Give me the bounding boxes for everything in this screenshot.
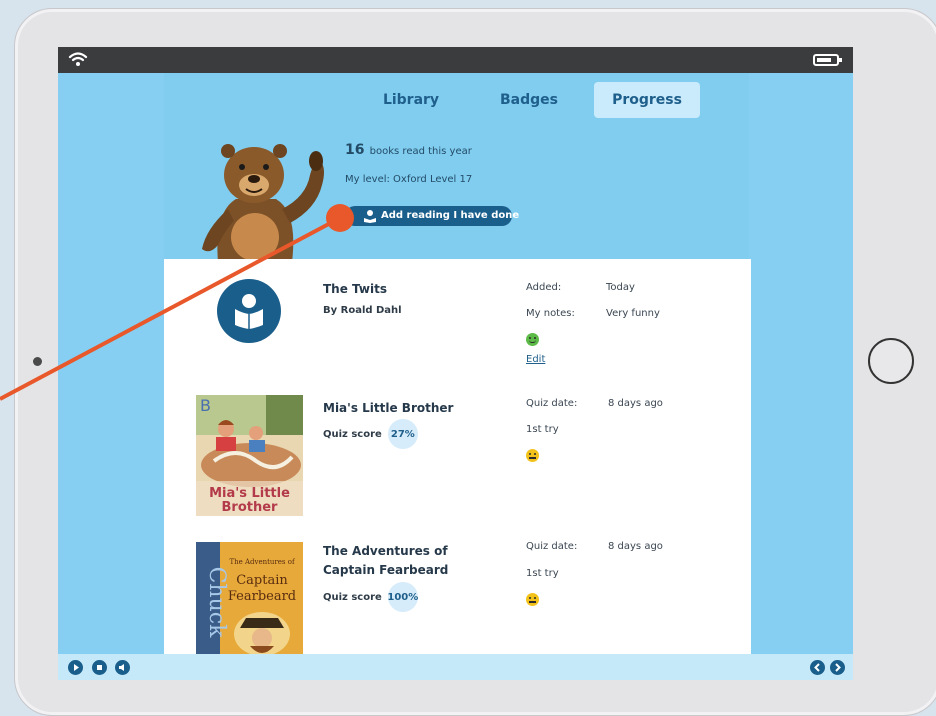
edit-link[interactable]: Edit <box>526 354 545 365</box>
status-bar <box>58 47 853 73</box>
book-title[interactable]: The Adventures of Captain Fearbeard <box>323 542 498 580</box>
home-button[interactable] <box>868 338 914 384</box>
quiz-date-label: Quiz date: <box>526 398 578 409</box>
notes-value: Very funny <box>606 308 660 319</box>
tab-bar: Library Badges Progress <box>356 82 766 118</box>
notes-label: My notes: <box>526 308 575 319</box>
book-title[interactable]: The Twits <box>323 280 498 299</box>
tab-progress[interactable]: Progress <box>594 82 700 118</box>
book-cover: B Mia's Little Brother <box>196 395 303 516</box>
play-icon[interactable] <box>68 660 83 675</box>
books-read-line: 16 books read this year <box>345 142 472 158</box>
prev-icon[interactable] <box>810 660 825 675</box>
quiz-score: Quiz score 27% <box>323 419 418 449</box>
quiz-score: Quiz score 100% <box>323 582 418 612</box>
svg-text:Mia's Little: Mia's Little <box>209 486 290 501</box>
quiz-date-value: 8 days ago <box>608 541 663 552</box>
svg-text:Brother: Brother <box>222 500 279 515</box>
next-icon[interactable] <box>830 660 845 675</box>
added-value: Today <box>606 282 635 293</box>
svg-text:Fearbeard: Fearbeard <box>228 589 296 604</box>
reader-icon <box>364 210 376 223</box>
books-read-text: books read this year <box>369 146 472 157</box>
added-label: Added: <box>526 282 562 293</box>
happy-face-icon <box>526 333 539 346</box>
list-item[interactable]: Chuck The Adventures of Captain Fearbear… <box>164 529 751 663</box>
quiz-score-badge: 100% <box>387 582 418 612</box>
bear-mascot <box>202 144 324 262</box>
add-reading-button[interactable]: Add reading I have done <box>345 206 519 226</box>
svg-text:Captain: Captain <box>236 573 288 588</box>
list-item[interactable]: B Mia's Little Brother Mia's Little Brot… <box>164 389 751 529</box>
neutral-face-icon <box>526 449 539 462</box>
neutral-face-icon <box>526 593 539 606</box>
book-list: The Twits By Roald Dahl Added: Today My … <box>164 259 751 663</box>
quiz-date-label: Quiz date: <box>526 541 578 552</box>
tab-library[interactable]: Library <box>356 82 466 118</box>
tablet-screen: Library Badges Progress 16 books read th… <box>58 47 853 680</box>
player-bar <box>58 654 853 680</box>
book-cover: Chuck The Adventures of Captain Fearbear… <box>196 542 303 663</box>
list-item[interactable]: The Twits By Roald Dahl Added: Today My … <box>164 259 751 389</box>
battery-icon <box>813 54 842 66</box>
quiz-score-label: Quiz score <box>323 591 382 603</box>
try-label: 1st try <box>526 424 559 435</box>
book-author: By Roald Dahl <box>323 305 402 316</box>
stop-icon[interactable] <box>92 660 107 675</box>
volume-icon[interactable] <box>115 660 130 675</box>
cover-subtext: The Adventures of <box>229 558 296 566</box>
reading-summary: 16 books read this year My level: Oxford… <box>345 142 472 185</box>
tab-badges[interactable]: Badges <box>474 82 584 118</box>
add-reading-label: Add reading I have done <box>381 210 520 221</box>
level-text: My level: Oxford Level 17 <box>345 174 473 185</box>
book-title[interactable]: Mia's Little Brother <box>323 399 498 418</box>
quiz-date-value: 8 days ago <box>608 398 663 409</box>
quiz-score-badge: 27% <box>387 419 418 449</box>
cover-side-text: Chuck <box>204 567 229 638</box>
quiz-score-label: Quiz score <box>323 428 382 440</box>
cover-letter: B <box>200 396 211 415</box>
camera-dot <box>33 357 42 366</box>
wifi-icon <box>68 52 88 66</box>
reader-icon <box>217 279 281 343</box>
books-count: 16 <box>345 142 365 158</box>
try-label: 1st try <box>526 568 559 579</box>
